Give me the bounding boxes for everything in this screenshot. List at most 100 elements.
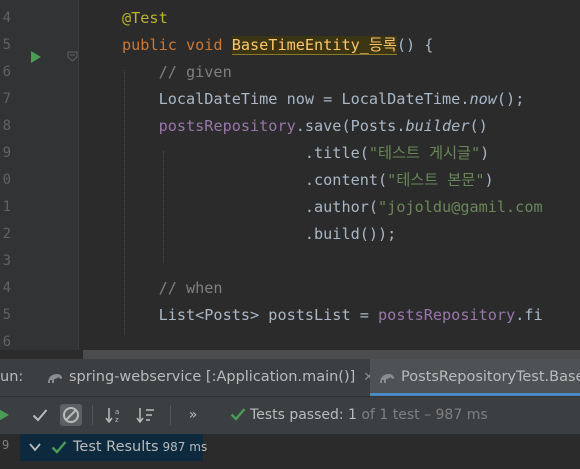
code-token: postsRepository (158, 117, 296, 135)
test-results-row[interactable]: Test Results 987 ms (20, 434, 207, 461)
tab-spring-webservice[interactable]: spring-webservice [:Application.main()] ✕ (46, 359, 374, 396)
code-editor[interactable]: 3 4 @Test 5 public void BaseTimeEntity_등록() … (0, 0, 580, 350)
code-token: .content( (122, 171, 388, 189)
line-number: 8 (2, 118, 11, 134)
line-number: 6 (2, 64, 11, 80)
code-token: .author( (122, 198, 379, 216)
test-results-time: 987 ms (162, 440, 208, 454)
code-text: // given (122, 59, 232, 86)
sort-alpha-icon: a z (105, 408, 119, 424)
code-token: builder (405, 117, 470, 135)
code-line[interactable]: 7 LocalDateTime now = LocalDateTime.now(… (0, 86, 580, 113)
code-token: // when (122, 279, 223, 297)
line-number: 3 (2, 253, 11, 269)
line-number: 1 (2, 199, 11, 215)
gradle-icon (48, 373, 62, 383)
code-text: .title("테스트 게시글") (122, 140, 489, 167)
code-token: BaseTimeEntity_등록 (231, 36, 397, 55)
line-number: 9 (2, 438, 10, 452)
run-panel-label: un: (0, 369, 24, 385)
code-token: public void (122, 36, 232, 54)
chevron-down-icon[interactable] (29, 443, 41, 452)
code-token: ) (484, 171, 494, 189)
code-token: LocalDateTime now = LocalDateTime. (122, 90, 470, 108)
line-number: 0 (2, 172, 11, 188)
code-line[interactable]: 4 @Test (0, 5, 580, 32)
status-dash: – (424, 407, 432, 423)
code-token: "테스트 본문" (387, 171, 485, 189)
svg-text:a: a (115, 408, 119, 416)
toolbar-separator (92, 405, 93, 425)
line-number: 7 (2, 91, 11, 107)
code-text: postsRepository.save(Posts.builder() (122, 113, 488, 140)
line-number: 4 (2, 280, 11, 296)
status-prefix: Tests passed: (250, 407, 344, 423)
code-token: ) (480, 144, 490, 162)
active-tab-indicator (370, 393, 580, 396)
test-runner-toolbar: a z » Tests passed: 1 of 1 test – 987 ms (0, 397, 580, 435)
code-token: postsRepository (378, 306, 516, 324)
passed-check-icon (51, 441, 67, 454)
code-line[interactable]: 5 List<Posts> postsList = postsRepositor… (0, 302, 580, 329)
line-number: 6 (2, 334, 11, 350)
code-token: // given (122, 63, 232, 81)
code-token: @Test (122, 9, 168, 27)
code-token: (); (496, 90, 525, 108)
code-token: () (469, 117, 488, 135)
rerun-icon[interactable] (0, 404, 14, 426)
show-ignored-button[interactable] (60, 404, 82, 426)
code-line[interactable]: 3 (0, 248, 580, 275)
code-line[interactable]: 5 public void BaseTimeEntity_등록() { (0, 32, 580, 59)
code-text: LocalDateTime now = LocalDateTime.now(); (122, 86, 525, 113)
tab-label: PostsRepositoryTest.BaseT (401, 369, 580, 385)
passed-check-icon (230, 408, 246, 421)
test-status: Tests passed: 1 of 1 test – 987 ms (230, 397, 488, 434)
sort-alphabetically-button[interactable]: a z (104, 404, 126, 426)
line-number: 2 (2, 226, 11, 242)
toolbar-separator (170, 405, 171, 425)
line-number: 5 (2, 307, 11, 323)
fold-icon[interactable] (67, 51, 78, 62)
code-token: .fi (515, 306, 543, 324)
test-results-label: Test Results (73, 439, 159, 455)
code-text: .content("테스트 본문") (122, 167, 494, 194)
code-line[interactable]: 2 .build()); (0, 221, 580, 248)
code-line[interactable]: 8 postsRepository.save(Posts.builder() (0, 113, 580, 140)
run-test-icon[interactable] (31, 51, 41, 63)
code-text: .build()); (122, 221, 396, 248)
code-token: .build()); (122, 225, 397, 243)
sort-duration-icon (136, 408, 154, 424)
line-number: 5 (2, 37, 11, 53)
code-line[interactable]: 6 // given (0, 59, 580, 86)
sort-by-duration-button[interactable] (135, 404, 157, 426)
code-text: public void BaseTimeEntity_등록() { (122, 32, 433, 59)
code-token: () { (396, 36, 434, 54)
code-line[interactable]: 0 .content("테스트 본문") (0, 167, 580, 194)
show-passed-button[interactable] (29, 404, 51, 426)
status-total: of 1 test (361, 407, 420, 423)
tab-label: spring-webservice [:Application.main()] (69, 369, 356, 385)
code-line[interactable]: 6 (0, 329, 580, 350)
code-token: now (469, 90, 497, 108)
code-token: .title( (122, 144, 369, 162)
code-text: // when (122, 275, 223, 302)
code-line[interactable]: 1 .author("jojoldu@gamil.com (0, 194, 580, 221)
ignored-icon (63, 407, 79, 423)
tab-posts-repository-test[interactable]: PostsRepositoryTest.BaseT (370, 359, 580, 396)
line-number: 4 (2, 10, 11, 26)
horizontal-scrollbar[interactable] (83, 350, 580, 359)
code-line[interactable]: 4 // when (0, 275, 580, 302)
more-actions-icon[interactable]: » (182, 404, 204, 426)
run-tabs-bar: un: spring-webservice [:Application.main… (0, 359, 580, 397)
code-token: .save(Posts. (295, 117, 406, 135)
line-number: 9 (2, 145, 11, 161)
code-token: List<Posts> postsList = (122, 306, 379, 324)
check-icon (32, 409, 48, 422)
status-passed-count: 1 (348, 407, 357, 423)
code-text: List<Posts> postsList = postsRepository.… (122, 302, 543, 329)
test-results-tree: 9 Test Results 987 ms (0, 434, 580, 469)
code-token: "jojoldu@gamil.com (378, 198, 543, 216)
code-line[interactable]: 9 .title("테스트 게시글") (0, 140, 580, 167)
code-token: "테스트 게시글" (368, 144, 481, 162)
